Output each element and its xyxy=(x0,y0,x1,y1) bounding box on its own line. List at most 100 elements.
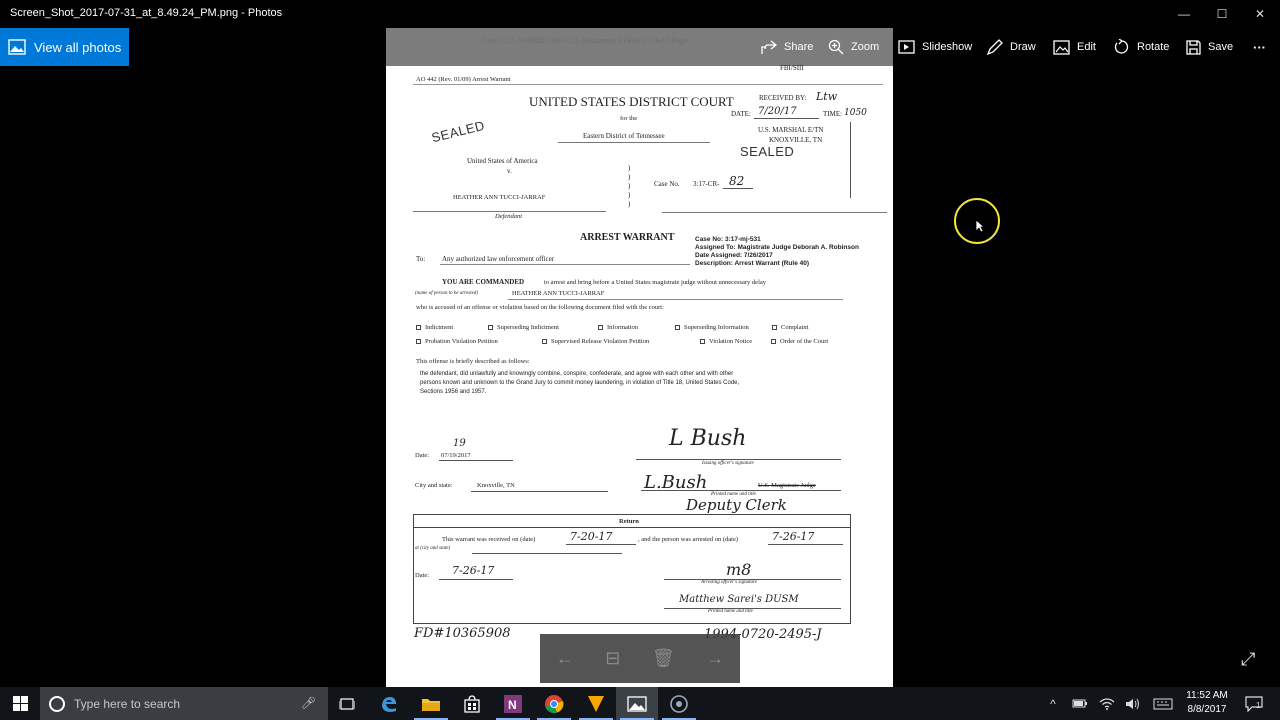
more-options-button[interactable]: ··· xyxy=(1253,28,1266,66)
close-button[interactable]: ✕ xyxy=(1241,0,1279,28)
delete-icon[interactable]: 🗑 xyxy=(652,648,675,669)
taskbar-vlc[interactable] xyxy=(575,687,617,720)
case-no-hand: 82 xyxy=(729,174,745,188)
edit-button[interactable]: Edit xyxy=(1053,28,1096,66)
clock-date: 8/8/2017 xyxy=(1187,704,1227,715)
doc-types-row1: Indictment Superseding Indictment Inform… xyxy=(416,324,808,331)
return-text: This warrant was received on (date) xyxy=(442,536,536,543)
fd-number: FD#10365908 xyxy=(414,626,511,641)
form-id: AO 442 (Rev. 01/09) Arrest Warrant xyxy=(416,76,511,83)
case-no-label: Case No. xyxy=(654,180,680,188)
keyboard-icon[interactable] xyxy=(1150,687,1176,720)
wifi-icon[interactable] xyxy=(1096,687,1118,720)
to-label: To: xyxy=(416,255,426,263)
taskbar-chrome[interactable] xyxy=(533,687,575,720)
case-info-line: Date Assigned: 7/26/2017 xyxy=(695,252,773,259)
save-icon xyxy=(1186,39,1201,55)
taskbar-edge[interactable] xyxy=(368,687,410,720)
window-title: Screen_Shot_2017-07-31_at_8.49.24_PM.png… xyxy=(10,7,283,19)
checkbox-order-of-court: Order of the Court xyxy=(771,338,828,345)
maximize-button[interactable]: ☐ xyxy=(1203,0,1241,28)
checkbox-information: Information xyxy=(598,324,675,331)
share-button[interactable]: Share xyxy=(760,28,813,66)
doc-types-row2: Probation Violation Petition Supervised … xyxy=(416,338,828,345)
zoom-icon xyxy=(828,39,844,55)
taskbar-onenote[interactable]: N xyxy=(492,687,534,720)
draw-label: Draw xyxy=(1010,41,1036,53)
battery-icon[interactable] xyxy=(1069,687,1091,720)
taskbar-search[interactable]: Type here to search 🎤︎ xyxy=(40,687,328,720)
info-icon[interactable]: ⊟ xyxy=(605,648,620,669)
commanded-rest: to arrest and bring before a United Stat… xyxy=(544,279,767,286)
volume-icon[interactable] xyxy=(1122,687,1144,720)
clock-time: 11:52 AM xyxy=(1186,690,1228,701)
start-button[interactable] xyxy=(0,687,40,720)
folder-icon xyxy=(422,698,440,711)
edge-icon xyxy=(382,696,396,712)
officer-name: Matthew Sarei's DUSM xyxy=(679,594,799,605)
checkbox-probation: Probation Violation Petition xyxy=(416,338,542,345)
previous-arrow-icon[interactable]: ← xyxy=(556,648,574,669)
clock[interactable]: 11:52 AM 8/8/2017 xyxy=(1180,689,1234,717)
draw-button[interactable]: Draw xyxy=(986,28,1036,66)
case-info-block: Case No: 3:17-mj-531 Assigned To: Magist… xyxy=(695,236,859,268)
arresting-label: Arresting officer's signature xyxy=(701,580,757,585)
taskbar-photos[interactable] xyxy=(616,687,658,720)
view-all-photos-button[interactable]: View all photos xyxy=(0,28,129,66)
zoom-button[interactable]: Zoom xyxy=(828,28,879,66)
rotate-button[interactable]: Rotate xyxy=(1114,28,1169,66)
slideshow-button[interactable]: Slideshow xyxy=(898,28,972,66)
taskbar-cortana-app[interactable] xyxy=(658,687,700,720)
share-label: Share xyxy=(784,41,814,53)
checkbox-violation-notice: Violation Notice xyxy=(700,338,771,345)
return-date-label: Date: xyxy=(415,572,430,579)
defendant-label: Defendant xyxy=(495,213,523,220)
taskbar: Type here to search 🎤︎ N ^ 11:52 AM 8/8/… xyxy=(0,687,1280,720)
svg-text:N: N xyxy=(508,698,517,712)
versus: v. xyxy=(507,167,512,175)
edit-icon xyxy=(1053,39,1070,55)
issuing-signature: L Bush xyxy=(669,426,747,451)
save-label: Save xyxy=(1208,41,1234,53)
taskbar-file-explorer[interactable] xyxy=(410,687,452,720)
view-all-label: View all photos xyxy=(34,39,122,55)
city-value: Knoxville, TN xyxy=(477,482,515,489)
save-button[interactable]: Save xyxy=(1186,28,1233,66)
search-placeholder: Type here to search xyxy=(74,696,181,711)
checkbox-supervised-release: Supervised Release Violation Petition xyxy=(542,338,700,345)
microphone-icon[interactable]: 🎤︎ xyxy=(301,696,316,710)
store-icon xyxy=(464,694,480,713)
task-view-button[interactable] xyxy=(326,687,368,720)
district: Eastern District of Tennessee xyxy=(583,132,665,140)
edit-label: Edit xyxy=(1077,41,1096,53)
taskbar-store[interactable] xyxy=(451,687,493,720)
return-and: , and the person was arrested on (date) xyxy=(638,536,738,543)
return-date1: 7-20-17 xyxy=(570,530,613,543)
notification-count: 1 xyxy=(1256,701,1261,710)
case-info-line: Description: Arrest Warrant (Rule 40) xyxy=(695,260,810,267)
draw-icon xyxy=(986,38,1003,55)
to-text: Any authorized law enforcement officer xyxy=(442,255,555,263)
chrome-icon xyxy=(545,694,564,713)
marshal-label: U.S. MARSHAL E/TN xyxy=(758,126,824,134)
slideshow-label: Slideshow xyxy=(922,41,973,53)
date-hand-2: 19 xyxy=(453,438,466,449)
checkbox-indictment: Indictment xyxy=(416,324,488,331)
action-center-button[interactable]: 1 xyxy=(1240,687,1268,720)
fullscreen-icon[interactable]: ⤢ xyxy=(1241,649,1255,670)
circle-app-icon xyxy=(670,694,688,713)
offense-intro: This offense is briefly described as fol… xyxy=(416,358,530,365)
offense-description: the defendant, did unlawfully and knowin… xyxy=(420,371,740,395)
minimize-button[interactable]: — xyxy=(1165,0,1203,28)
sealed-stamp-left: SEALED xyxy=(429,117,487,146)
show-hidden-icons[interactable]: ^ xyxy=(1043,687,1063,720)
defendant-name: HEATHER ANN TUCCI-JARRAF xyxy=(453,194,546,201)
photos-app-icon xyxy=(627,695,647,712)
deputy-clerk: Deputy Clerk xyxy=(686,496,787,514)
share-icon xyxy=(761,39,777,54)
date-value: 07/19/2017 xyxy=(441,452,471,459)
photo-viewer-image: AO 442 (Rev. 01/09) Arrest Warrant FBI/S… xyxy=(386,28,893,688)
judge-text: U.S. Magistrate Judge xyxy=(758,482,816,489)
commanded-bold: YOU ARE COMMANDED xyxy=(442,278,525,286)
next-arrow-icon[interactable]: → xyxy=(706,648,724,669)
